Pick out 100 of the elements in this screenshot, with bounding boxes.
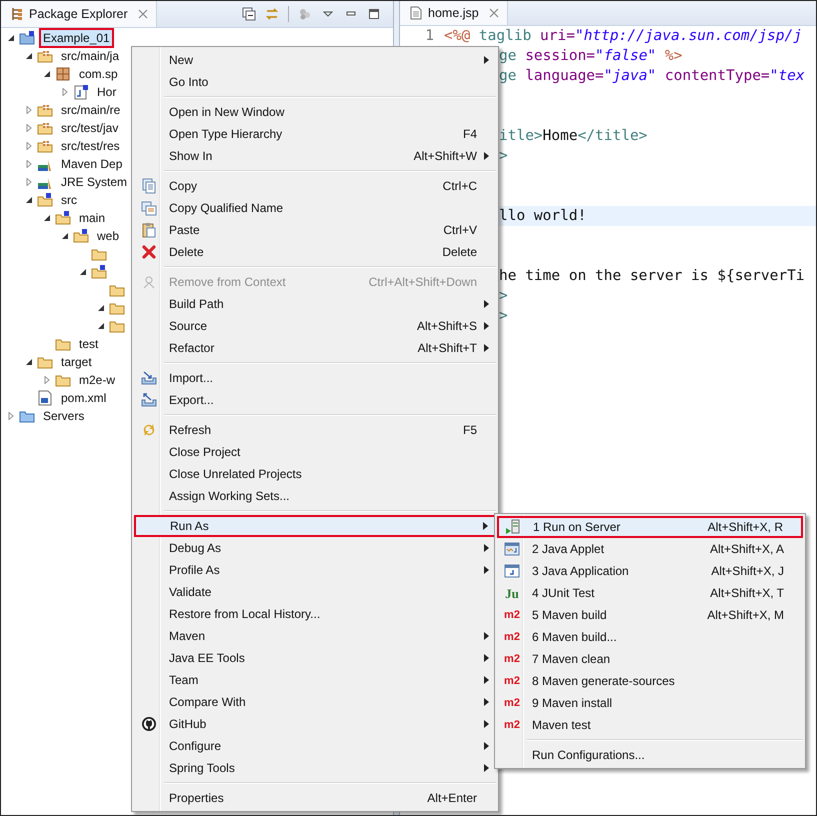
menu-item[interactable]: 3 Java Application Alt+Shift+X, J (497, 560, 803, 582)
submenu-arrow-icon (484, 152, 488, 160)
maximize-icon[interactable] (367, 7, 381, 21)
menu-item[interactable]: Run Configurations... (497, 744, 803, 766)
package-folder-icon (37, 48, 53, 64)
menu-item[interactable]: Run As (134, 515, 496, 537)
menu-item[interactable]: m2 Maven test (497, 714, 803, 736)
menu-item[interactable]: m2 9 Maven install (497, 692, 803, 714)
menu-item[interactable]: Restore from Local History... (134, 603, 496, 625)
expanded-arrow-icon[interactable] (25, 52, 33, 60)
refresh-icon (141, 422, 157, 438)
menu-item[interactable]: Profile As (134, 559, 496, 581)
tree-item[interactable]: test (75, 334, 102, 354)
menu-item[interactable]: Close Project (134, 441, 496, 463)
menu-item[interactable]: Configure (134, 735, 496, 757)
menu-item[interactable]: Validate (134, 581, 496, 603)
menu-item[interactable]: New (134, 49, 496, 71)
menu-item[interactable]: Copy Qualified Name (134, 197, 496, 219)
menu-item[interactable]: Copy Ctrl+C (134, 175, 496, 197)
tree-item[interactable]: Example_01 (39, 28, 114, 48)
tree-item[interactable]: target (57, 352, 96, 372)
collapse-all-icon[interactable] (242, 7, 256, 21)
menu-item[interactable]: Properties Alt+Enter (134, 787, 496, 809)
menu-item[interactable]: Show In Alt+Shift+W (134, 145, 496, 167)
menu-item[interactable]: Maven (134, 625, 496, 647)
collapsed-arrow-icon[interactable] (25, 124, 33, 132)
menu-item[interactable]: Build Path (134, 293, 496, 315)
tree-item[interactable]: Hor (93, 82, 120, 102)
package-folder-icon (37, 120, 53, 136)
menu-item[interactable]: Debug As (134, 537, 496, 559)
applet-icon (504, 541, 520, 557)
menu-item[interactable]: 1 Run on Server Alt+Shift+X, R (497, 516, 803, 538)
expanded-arrow-icon[interactable] (7, 34, 15, 42)
expanded-arrow-icon[interactable] (79, 268, 87, 276)
tree-item[interactable]: src/main/re (57, 100, 124, 120)
tree-item[interactable]: src/test/res (57, 136, 124, 156)
menu-item[interactable]: Ju 4 JUnit Test Alt+Shift+X, T (497, 582, 803, 604)
collapsed-arrow-icon[interactable] (25, 106, 33, 114)
menu-item[interactable]: GitHub (134, 713, 496, 735)
tree-item[interactable]: src (57, 190, 81, 210)
menu-item[interactable]: Source Alt+Shift+S (134, 315, 496, 337)
tree-item[interactable]: pom.xml (57, 388, 110, 408)
menu-item[interactable]: Open in New Window (134, 101, 496, 123)
expanded-arrow-icon[interactable] (97, 304, 105, 312)
menu-item[interactable]: Import... (134, 367, 496, 389)
tree-item[interactable]: com.sp (75, 64, 122, 84)
collapsed-arrow-icon[interactable] (25, 160, 33, 168)
code-line: ge session="false" %> (499, 48, 682, 64)
close-icon[interactable] (138, 9, 148, 19)
menu-item[interactable]: Team (134, 669, 496, 691)
expanded-arrow-icon[interactable] (43, 214, 51, 222)
shortcut-text: Ctrl+V (442, 223, 477, 237)
menu-item[interactable]: Refresh F5 (134, 419, 496, 441)
submenu-arrow-icon (484, 322, 488, 330)
tree-item[interactable]: main (75, 208, 110, 228)
collapsed-arrow-icon[interactable] (61, 88, 69, 96)
expanded-arrow-icon[interactable] (97, 322, 105, 330)
tree-item[interactable]: Maven Dep (57, 154, 126, 174)
menu-item[interactable]: m2 8 Maven generate-sources (497, 670, 803, 692)
source-folder-icon (37, 192, 53, 208)
menu-item[interactable]: 2 Java Applet Alt+Shift+X, A (497, 538, 803, 560)
submenu-arrow-icon (484, 720, 488, 728)
tree-item[interactable]: src/main/ja (57, 46, 124, 66)
menu-item[interactable]: Paste Ctrl+V (134, 219, 496, 241)
shortcut-text: Alt+Shift+X, R (706, 520, 783, 534)
menu-item[interactable]: Open Type Hierarchy F4 (134, 123, 496, 145)
shortcut-text: Ctrl+C (442, 179, 477, 193)
menu-item[interactable]: Export... (134, 389, 496, 411)
menu-item[interactable]: Close Unrelated Projects (134, 463, 496, 485)
menu-item[interactable]: Java EE Tools (134, 647, 496, 669)
code-line: itle>Home</title> (499, 128, 648, 144)
menu-item[interactable]: Spring Tools (134, 757, 496, 779)
collapsed-arrow-icon[interactable] (43, 376, 51, 384)
menu-item[interactable]: m2 6 Maven build... (497, 626, 803, 648)
menu-item[interactable]: Delete Delete (134, 241, 496, 263)
menu-item[interactable]: m2 5 Maven build Alt+Shift+X, M (497, 604, 803, 626)
tree-item[interactable]: src/test/jav (57, 118, 122, 138)
shortcut-text: Alt+Shift+X, T (709, 586, 784, 600)
expanded-arrow-icon[interactable] (43, 70, 51, 78)
expanded-arrow-icon[interactable] (61, 232, 69, 240)
submenu-arrow-icon (484, 300, 488, 308)
close-icon[interactable] (488, 8, 499, 18)
expanded-arrow-icon[interactable] (25, 196, 33, 204)
tree-item[interactable]: web (93, 226, 124, 246)
menu-item[interactable]: m2 7 Maven clean (497, 648, 803, 670)
tree-item[interactable]: Servers (39, 406, 88, 426)
menu-item[interactable]: Compare With (134, 691, 496, 713)
menu-item[interactable]: Go Into (134, 71, 496, 93)
source-folder-icon (73, 228, 89, 244)
collapsed-arrow-icon[interactable] (7, 412, 15, 420)
submenu-arrow-icon (484, 654, 488, 662)
tree-item[interactable]: m2e-w (75, 370, 120, 390)
tree-item[interactable]: JRE System (57, 172, 132, 192)
menu-item[interactable]: Assign Working Sets... (134, 485, 496, 507)
copy-icon (141, 178, 157, 194)
menu-item[interactable]: Refactor Alt+Shift+T (134, 337, 496, 359)
collapsed-arrow-icon[interactable] (25, 142, 33, 150)
collapsed-arrow-icon[interactable] (25, 178, 33, 186)
code-line: > (499, 148, 508, 164)
expanded-arrow-icon[interactable] (25, 358, 33, 366)
